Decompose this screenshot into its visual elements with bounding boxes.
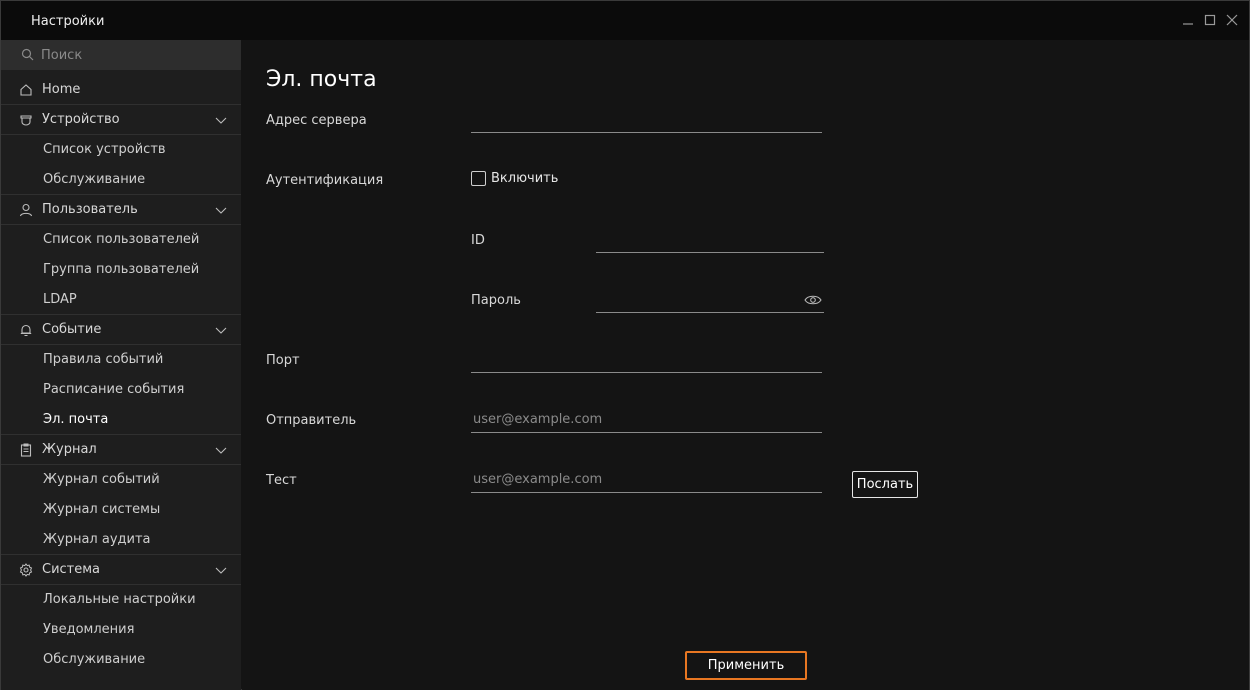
test-input[interactable] — [471, 467, 822, 491]
sidebar-item-label: Расписание события — [43, 382, 185, 397]
page-title: Эл. почта — [266, 67, 377, 92]
window-title: Настройки — [31, 14, 105, 29]
sidebar-item-label: Группа пользователей — [43, 262, 200, 277]
sidebar-item-system[interactable]: Система — [1, 555, 241, 585]
sidebar-item-label: LDAP — [43, 292, 77, 307]
sidebar-item-event[interactable]: Событие — [1, 315, 241, 345]
sidebar-item-label: Уведомления — [43, 622, 135, 637]
sidebar-item-label: Эл. почта — [43, 412, 109, 427]
sidebar-item-user-group[interactable]: Группа пользователей — [1, 255, 241, 285]
id-input[interactable] — [596, 227, 824, 251]
chevron-down-icon[interactable] — [215, 564, 227, 576]
sidebar-item-home[interactable]: Home — [1, 75, 241, 105]
sidebar-nav: Home Устройство Список устройств Обслужи… — [1, 75, 241, 675]
sidebar-item-label: Список пользователей — [43, 232, 200, 247]
id-field — [596, 227, 824, 253]
eye-icon[interactable] — [804, 293, 822, 307]
sidebar-item-ldap[interactable]: LDAP — [1, 285, 241, 315]
device-icon — [19, 113, 33, 127]
send-button[interactable]: Послать — [852, 471, 918, 498]
bell-icon — [19, 323, 33, 337]
sidebar-item-label: Журнал — [42, 442, 97, 457]
sidebar-item-notifications[interactable]: Уведомления — [1, 615, 241, 645]
chevron-down-icon[interactable] — [215, 324, 227, 336]
chevron-down-icon[interactable] — [215, 204, 227, 216]
sidebar-item-label: Журнал аудита — [43, 532, 151, 547]
gear-icon — [19, 563, 33, 577]
chevron-down-icon[interactable] — [215, 444, 227, 456]
sidebar-item-label: Журнал системы — [43, 502, 161, 517]
enable-auth-label: Включить — [491, 171, 559, 186]
sidebar-item-label: Список устройств — [43, 142, 166, 157]
server-address-label: Адрес сервера — [266, 113, 367, 128]
search-input[interactable] — [41, 45, 231, 65]
apply-button[interactable]: Применить — [685, 651, 807, 680]
title-bar: Настройки — [1, 1, 1249, 40]
enable-auth-checkbox[interactable] — [471, 171, 486, 186]
sidebar-item-local-settings[interactable]: Локальные настройки — [1, 585, 241, 615]
port-field — [471, 347, 822, 373]
sidebar-item-system-maintenance[interactable]: Обслуживание — [1, 645, 241, 675]
chevron-down-icon[interactable] — [215, 114, 227, 126]
password-field — [596, 287, 824, 313]
sidebar-item-label: Обслуживание — [43, 172, 146, 187]
sidebar-item-device[interactable]: Устройство — [1, 105, 241, 135]
sidebar-item-label: Журнал событий — [43, 472, 160, 487]
close-icon[interactable] — [1224, 12, 1240, 28]
sidebar: Home Устройство Список устройств Обслужи… — [1, 40, 241, 690]
test-label: Тест — [266, 473, 297, 488]
user-icon — [19, 203, 33, 217]
main-panel: Эл. почта Адрес сервера Аутентификация В… — [242, 40, 1249, 690]
sidebar-item-event-log[interactable]: Журнал событий — [1, 465, 241, 495]
sidebar-item-email[interactable]: Эл. почта — [1, 405, 241, 435]
sidebar-item-log[interactable]: Журнал — [1, 435, 241, 465]
authentication-label: Аутентификация — [266, 173, 384, 188]
minimize-icon[interactable] — [1180, 12, 1196, 28]
sidebar-item-audit-log[interactable]: Журнал аудита — [1, 525, 241, 555]
sidebar-item-event-rules[interactable]: Правила событий — [1, 345, 241, 375]
sidebar-item-system-log[interactable]: Журнал системы — [1, 495, 241, 525]
search-box — [1, 40, 241, 70]
search-icon — [21, 48, 34, 61]
sidebar-item-label: Устройство — [42, 112, 120, 127]
sidebar-item-label: Правила событий — [43, 352, 164, 367]
sender-field — [471, 407, 822, 433]
sidebar-item-device-maintenance[interactable]: Обслуживание — [1, 165, 241, 195]
test-field — [471, 467, 822, 493]
port-label: Порт — [266, 353, 300, 368]
port-input[interactable] — [471, 347, 822, 371]
sidebar-item-label: Пользователь — [42, 202, 138, 217]
sidebar-item-device-list[interactable]: Список устройств — [1, 135, 241, 165]
sidebar-item-event-schedule[interactable]: Расписание события — [1, 375, 241, 405]
sidebar-item-label: Обслуживание — [43, 652, 146, 667]
sender-input[interactable] — [471, 407, 822, 431]
clipboard-icon — [19, 443, 33, 457]
maximize-icon[interactable] — [1202, 12, 1218, 28]
settings-window: Настройки Home — [0, 0, 1250, 690]
sidebar-item-label: Локальные настройки — [43, 592, 196, 607]
sidebar-item-label: Событие — [42, 322, 102, 337]
home-icon — [19, 83, 33, 97]
server-address-field — [471, 107, 822, 133]
sender-label: Отправитель — [266, 413, 357, 428]
sidebar-item-user[interactable]: Пользователь — [1, 195, 241, 225]
password-label: Пароль — [471, 293, 521, 308]
id-label: ID — [471, 233, 485, 248]
password-input[interactable] — [596, 287, 796, 311]
server-address-input[interactable] — [471, 107, 822, 131]
sidebar-item-label: Home — [42, 82, 81, 97]
sidebar-item-user-list[interactable]: Список пользователей — [1, 225, 241, 255]
sidebar-item-label: Система — [42, 562, 101, 577]
